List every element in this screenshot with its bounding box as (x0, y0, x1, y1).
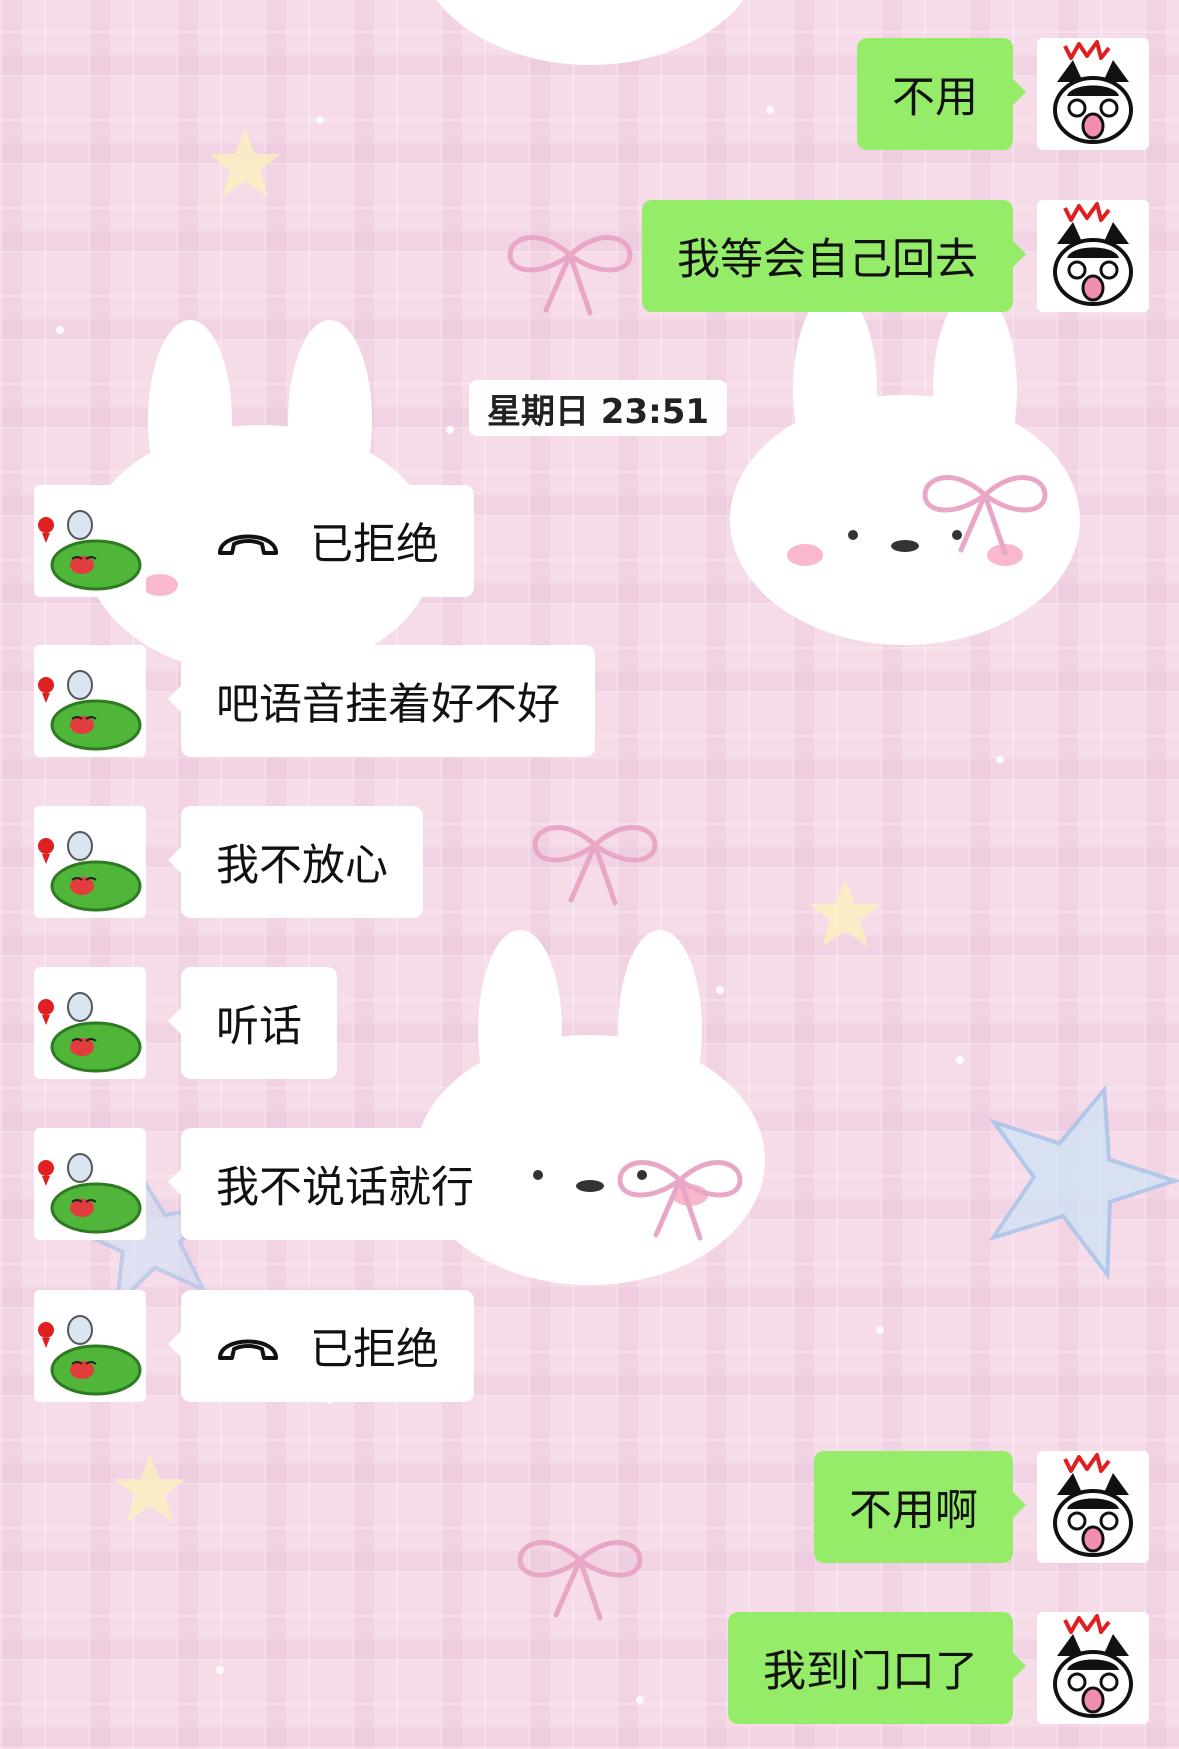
message-row: 吧语音挂着好不好 (0, 645, 1179, 757)
message-row: 我不说话就行 (0, 1128, 1179, 1240)
message-bubble[interactable]: 我不说话就行 (168, 1128, 509, 1240)
chat-timestamp: 星期日 23:51 (469, 380, 727, 436)
message-text: 已拒绝 (310, 520, 439, 570)
message-bubble[interactable]: 我不放心 (168, 806, 423, 918)
message-row: 不用啊 (0, 1451, 1179, 1563)
green-frog-avatar-icon[interactable] (34, 1128, 146, 1240)
call-record-bubble[interactable]: 已拒绝 (168, 485, 474, 597)
message-text: 已拒绝 (310, 1325, 439, 1375)
green-frog-avatar-icon[interactable] (34, 645, 146, 757)
green-frog-avatar-icon[interactable] (34, 1290, 146, 1402)
message-row: 已拒绝 (0, 1290, 1179, 1402)
message-bubble[interactable]: 不用 (857, 38, 1026, 150)
message-bubble[interactable]: 我到门口了 (728, 1612, 1026, 1724)
message-bubble[interactable]: 吧语音挂着好不好 (168, 645, 595, 757)
message-text: 我到门口了 (763, 1647, 978, 1697)
black-bunny-avatar-icon[interactable] (1037, 1612, 1149, 1724)
message-row: 我不放心 (0, 806, 1179, 918)
message-bubble[interactable]: 听话 (168, 967, 337, 1079)
message-row: 我等会自己回去 (0, 200, 1179, 312)
message-text: 吧语音挂着好不好 (216, 680, 560, 730)
message-text: 我不放心 (216, 841, 388, 891)
call-record-bubble[interactable]: 已拒绝 (168, 1290, 474, 1402)
phone-hangup-icon (218, 1339, 278, 1360)
message-text: 听话 (216, 1002, 302, 1052)
green-frog-avatar-icon[interactable] (34, 485, 146, 597)
black-bunny-avatar-icon[interactable] (1037, 1451, 1149, 1563)
message-row: 听话 (0, 967, 1179, 1079)
phone-hangup-icon (218, 534, 278, 555)
message-row: 已拒绝 (0, 485, 1179, 597)
message-text: 我不说话就行 (216, 1163, 474, 1213)
black-bunny-avatar-icon[interactable] (1037, 200, 1149, 312)
green-frog-avatar-icon[interactable] (34, 806, 146, 918)
black-bunny-avatar-icon[interactable] (1037, 38, 1149, 150)
message-text: 我等会自己回去 (677, 235, 978, 285)
message-text: 不用啊 (849, 1486, 978, 1536)
message-bubble[interactable]: 我等会自己回去 (642, 200, 1026, 312)
green-frog-avatar-icon[interactable] (34, 967, 146, 1079)
message-text: 不用 (892, 73, 978, 123)
message-row: 我到门口了 (0, 1612, 1179, 1724)
message-bubble[interactable]: 不用啊 (814, 1451, 1026, 1563)
message-row: 不用 (0, 38, 1179, 150)
